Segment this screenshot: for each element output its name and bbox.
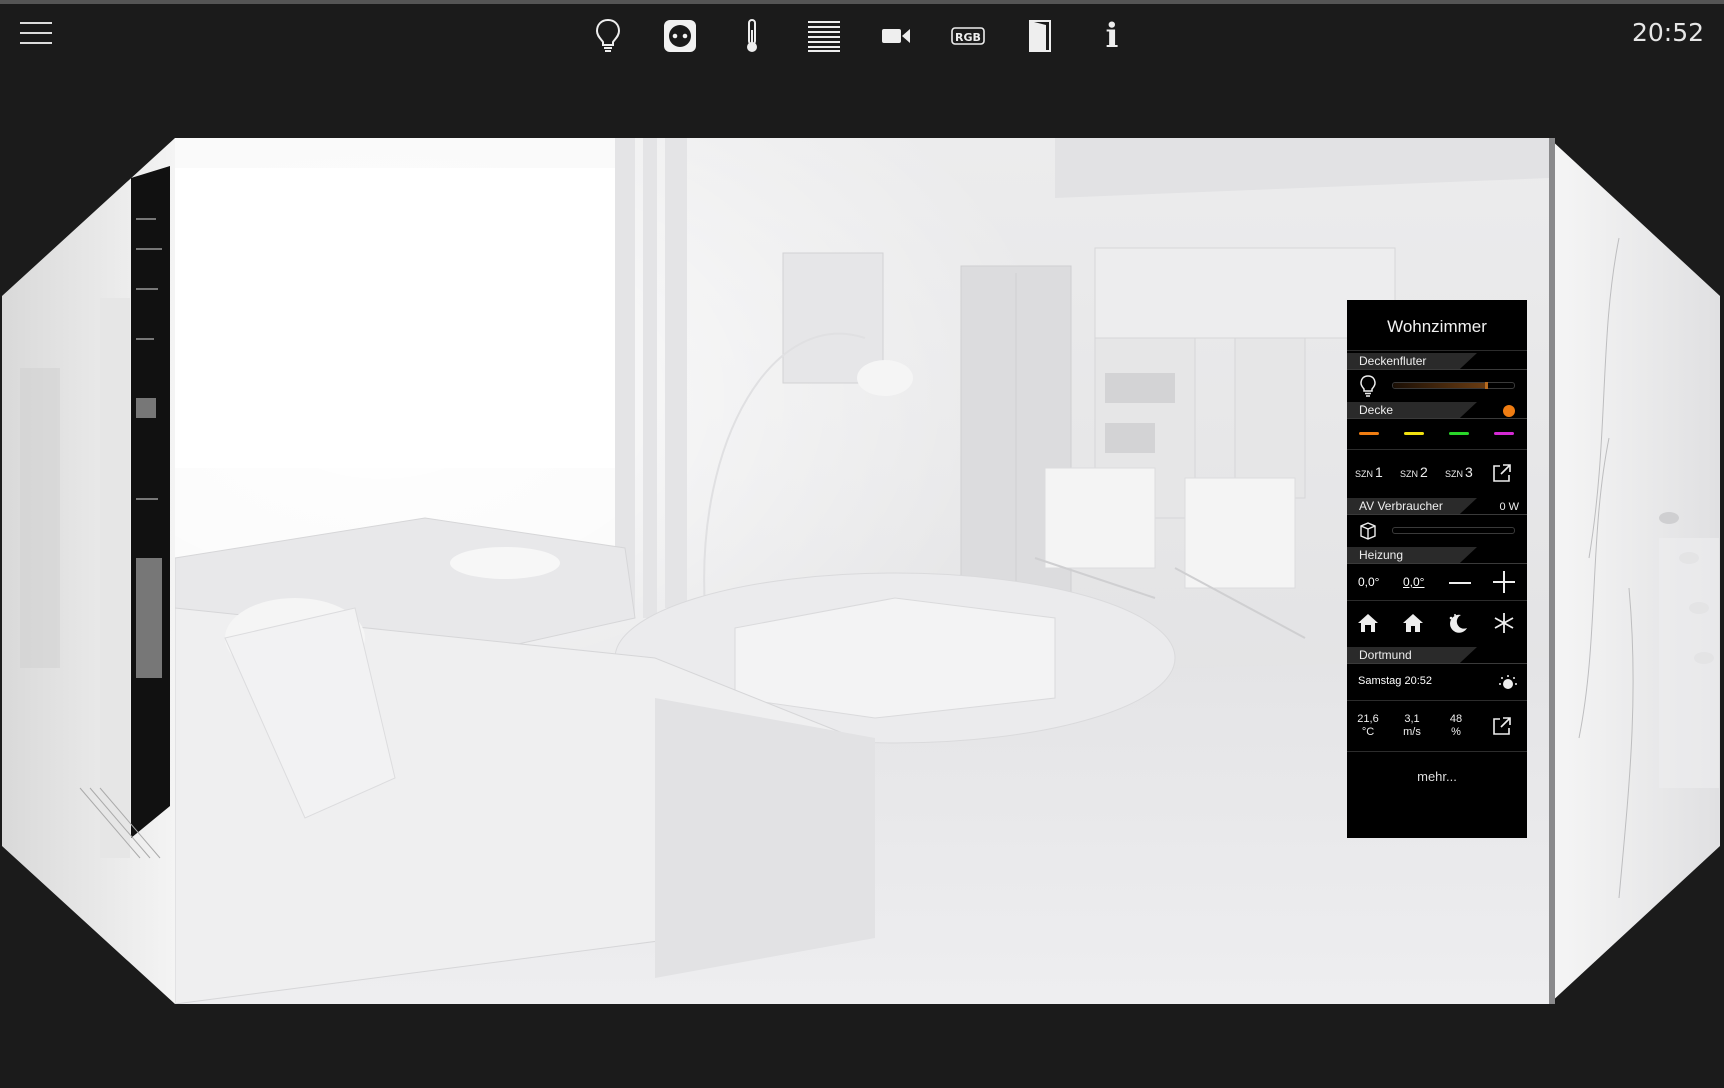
color-preset-4[interactable] <box>1494 432 1514 435</box>
section-header-deckenfluter: Deckenfluter <box>1347 353 1527 370</box>
weather-partly-night-icon <box>1499 675 1517 689</box>
hamburger-menu-icon[interactable] <box>20 22 52 48</box>
top-bar: RGB i 20:52 <box>0 0 1724 62</box>
clock: 20:52 <box>1631 18 1704 47</box>
heizung-setpoint-row: 0,0° 0,0° <box>1347 564 1527 600</box>
plus-icon[interactable] <box>1493 571 1515 593</box>
weather-temperature: 21,6 °C <box>1357 713 1379 738</box>
section-header-decke: Decke <box>1347 402 1527 419</box>
more-button[interactable]: mehr... <box>1347 752 1527 802</box>
package-icon[interactable] <box>1359 521 1377 541</box>
rgb-icon[interactable]: RGB <box>932 14 1004 58</box>
weather-datetime-row: Samstag 20:52 <box>1347 664 1527 700</box>
external-link-icon[interactable] <box>1492 463 1512 483</box>
door-icon[interactable] <box>1004 14 1076 58</box>
section-header-weather: Dortmund <box>1347 647 1527 664</box>
frost-protection-icon[interactable] <box>1493 612 1515 634</box>
room-title: Wohnzimmer <box>1347 300 1527 351</box>
weather-wind: 3,1 m/s <box>1403 713 1421 738</box>
color-preset-3[interactable] <box>1449 432 1469 435</box>
room-stage: Wohnzimmer Deckenfluter Decke SZN 1 SZN 2 … <box>0 138 1724 1006</box>
blinds-icon[interactable] <box>788 14 860 58</box>
heizung-mode-row <box>1347 601 1527 645</box>
home-comfort-icon[interactable] <box>1357 613 1379 633</box>
weather-humidity: 48% <box>1449 713 1463 738</box>
deckenfluter-slider-knob[interactable] <box>1485 382 1489 389</box>
room-image[interactable] <box>175 138 1549 1004</box>
heizung-setpoint-temp[interactable]: 0,0° <box>1403 575 1424 589</box>
av-level-slider[interactable] <box>1392 527 1515 534</box>
deckenfluter-label: Deckenfluter <box>1359 354 1427 368</box>
deckenfluter-dimmer-slider[interactable] <box>1392 382 1515 389</box>
deckenfluter-slider-fill <box>1393 383 1488 388</box>
home-standby-icon[interactable] <box>1402 613 1424 633</box>
minus-icon[interactable] <box>1449 581 1471 585</box>
av-power-value: 0 W <box>1499 501 1519 513</box>
external-link-icon[interactable] <box>1492 716 1512 736</box>
power-socket-icon[interactable] <box>644 14 716 58</box>
heizung-label: Heizung <box>1359 548 1404 562</box>
color-preset-2[interactable] <box>1404 432 1424 435</box>
thermometer-icon[interactable] <box>716 14 788 58</box>
av-label: AV Verbraucher <box>1359 499 1443 513</box>
info-icon[interactable]: i <box>1076 14 1148 58</box>
color-preset-1[interactable] <box>1359 432 1379 435</box>
scene-3-button[interactable]: SZN 3 <box>1445 464 1473 480</box>
scene-row: SZN 1 SZN 2 SZN 3 <box>1347 450 1527 496</box>
info-label: i <box>1105 16 1119 56</box>
section-header-av: AV Verbraucher 0 W <box>1347 498 1527 515</box>
weather-stats-row: 21,6 °C 3,1 m/s 48% <box>1347 701 1527 751</box>
weather-datetime: Samstag 20:52 <box>1358 675 1432 687</box>
lightbulb-icon[interactable] <box>1359 375 1377 397</box>
lightbulb-icon[interactable] <box>572 14 644 58</box>
deckenfluter-row <box>1347 370 1527 400</box>
heizung-actual-temp: 0,0° <box>1358 575 1380 589</box>
scene-1-button[interactable]: SZN 1 <box>1355 464 1383 480</box>
right-wall-image[interactable] <box>1549 138 1723 1006</box>
decke-status-indicator[interactable] <box>1503 405 1515 417</box>
left-wall-image[interactable] <box>0 138 176 1006</box>
video-camera-icon[interactable] <box>860 14 932 58</box>
decke-label: Decke <box>1359 403 1394 417</box>
av-row <box>1347 515 1527 545</box>
category-bar: RGB i <box>572 14 1148 58</box>
night-mode-icon[interactable] <box>1447 612 1469 634</box>
scene-2-button[interactable]: SZN 2 <box>1400 464 1428 480</box>
section-header-heizung: Heizung <box>1347 547 1527 564</box>
room-control-panel: Wohnzimmer Deckenfluter Decke SZN 1 SZN 2 … <box>1347 300 1527 838</box>
weather-location: Dortmund <box>1359 648 1412 662</box>
decke-color-presets <box>1347 419 1527 449</box>
rgb-label: RGB <box>955 31 981 44</box>
